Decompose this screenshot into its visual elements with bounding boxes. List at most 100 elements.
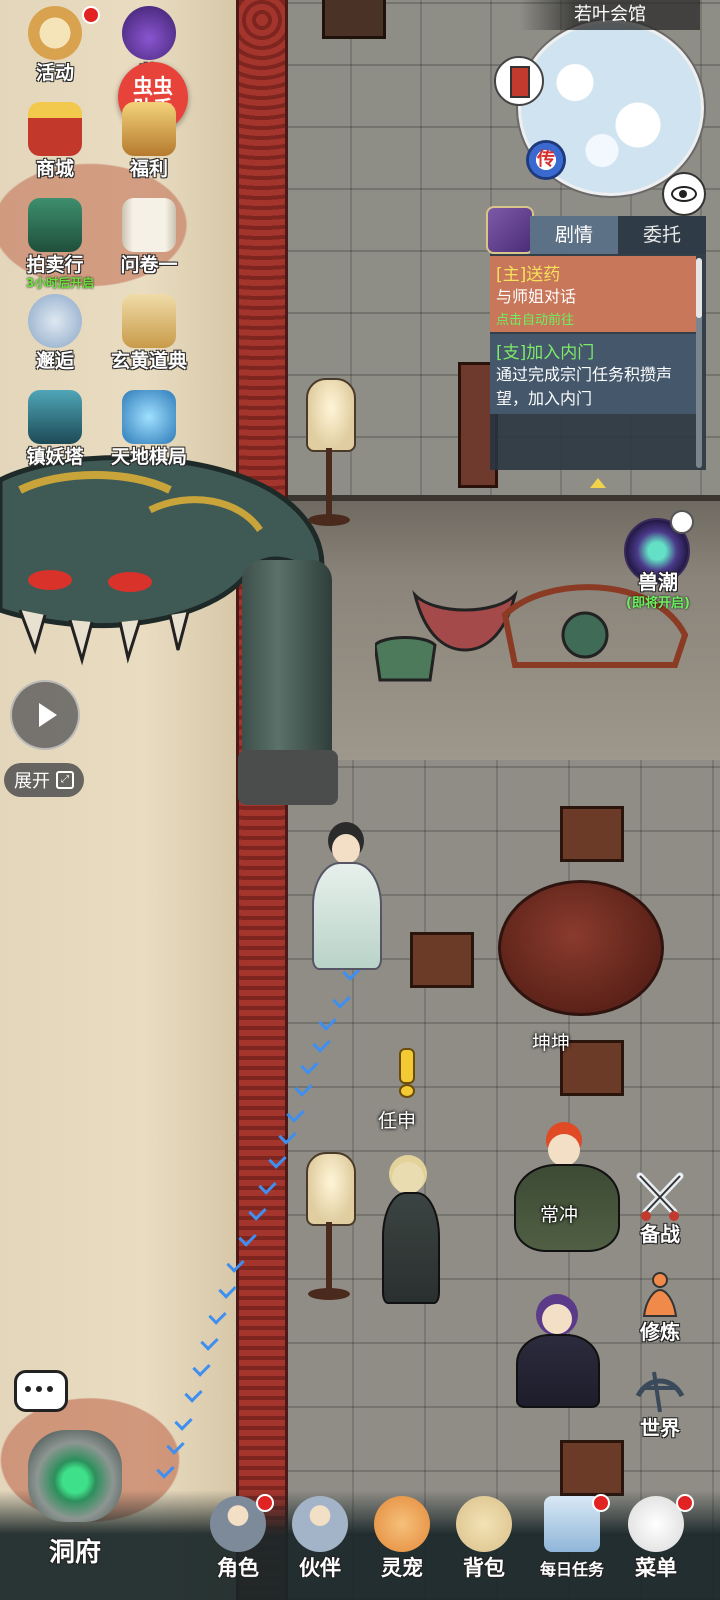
nav-spirit-pet[interactable]: 灵宠 <box>362 1494 442 1594</box>
nav-spirit-pet-label: 灵宠 <box>381 1556 423 1580</box>
gourd-icon <box>122 6 176 60</box>
floor-lamp-upper <box>306 378 356 528</box>
nav-menu-label: 菜单 <box>635 1556 677 1580</box>
chess-board-label: 天地棋局 <box>110 446 187 468</box>
cultivate-label: 修炼 <box>640 1320 680 1344</box>
demon-tower-button[interactable]: 镇妖塔 <box>10 384 100 474</box>
nav-character[interactable]: 角色 <box>198 1494 278 1594</box>
nav-partner-label: 伙伴 <box>299 1556 341 1580</box>
npc-name-changchong[interactable]: 常冲 <box>540 1200 578 1227</box>
npc-changchong[interactable] <box>510 1120 620 1252</box>
nav-daily-tasks[interactable]: 每日任务 <box>532 1494 612 1594</box>
npc-name-renshen[interactable]: 任申 <box>378 1106 416 1133</box>
scroll-icon <box>122 198 176 252</box>
encounter-label: 邂逅 <box>35 350 74 372</box>
prepare-battle-label: 备战 <box>640 1222 680 1246</box>
quest-main-item[interactable]: [主]送药 与师姐对话 点击自动前往 <box>490 256 696 332</box>
nav-character-label: 角色 <box>217 1556 259 1580</box>
chess-board-button[interactable]: 天地棋局 <box>104 384 194 474</box>
quest-scrollbar[interactable] <box>696 258 702 468</box>
beast-tide-label: 兽潮 <box>638 570 678 594</box>
demon-tower-label: 镇妖塔 <box>26 446 84 468</box>
auction-label: 拍卖行 <box>26 254 84 276</box>
notification-dot <box>82 6 100 24</box>
xuanhuang-codex-button[interactable]: 玄黄道典 <box>104 288 194 378</box>
activity-button[interactable]: 活动 <box>10 0 100 90</box>
collapse-arrow-icon[interactable] <box>590 478 606 488</box>
npc-purple-hair[interactable] <box>506 1298 606 1408</box>
player-character[interactable] <box>306 828 386 970</box>
cultivate-button[interactable]: 修炼 <box>620 1266 700 1356</box>
chat-bubble-icon[interactable] <box>14 1370 68 1412</box>
eye-icon[interactable] <box>662 172 706 216</box>
quest-side-item[interactable]: [支]加入内门 通过完成宗门任务积攒声望，加入内门 <box>490 334 696 414</box>
welfare-button[interactable]: 福利 <box>104 96 194 186</box>
encounter-button[interactable]: 邂逅 <box>10 288 100 378</box>
pagoda-icon <box>28 102 82 156</box>
play-icon <box>39 703 57 727</box>
nav-backpack-label: 背包 <box>463 1556 505 1580</box>
map-scroll-icon[interactable] <box>494 56 544 106</box>
stool <box>410 932 474 988</box>
encounter-icon <box>28 294 82 348</box>
activity-icon <box>28 6 82 60</box>
auction-house-icon <box>28 198 82 252</box>
expand-label: 展开 <box>14 771 50 792</box>
quest-main-desc: 与师姐对话 <box>496 287 577 306</box>
welfare-label: 福利 <box>129 158 168 180</box>
stool <box>560 806 624 862</box>
floor-lamp-lower <box>306 1152 356 1302</box>
world-button[interactable]: 世界 <box>620 1362 700 1452</box>
backpack-icon <box>456 1496 512 1552</box>
quest-tabs: 剧情 委托 <box>530 216 706 254</box>
survey-label: 问卷一 <box>120 254 178 276</box>
prepare-battle-button[interactable]: 备战 <box>620 1168 700 1258</box>
stool <box>560 1440 624 1496</box>
npc-name-kunkun[interactable]: 坤坤 <box>532 1028 570 1055</box>
tab-story[interactable]: 剧情 <box>530 216 618 254</box>
auction-button[interactable]: 拍卖行 3小时后开启 <box>10 192 100 290</box>
npc-renshen[interactable] <box>376 1160 442 1304</box>
cave-home-button[interactable]: 洞府 <box>20 1420 130 1590</box>
notification-dot <box>256 1494 274 1512</box>
cave-home-label: 洞府 <box>48 1538 101 1568</box>
table-leg-top <box>322 0 386 39</box>
quest-panel: [主]送药 与师姐对话 点击自动前往 [支]加入内门 通过完成宗门任务积攒声望，… <box>490 254 706 470</box>
shop-button[interactable]: 商城 <box>10 96 100 186</box>
quest-side-title: [支]加入内门 <box>496 343 595 363</box>
meditation-icon <box>642 1272 678 1317</box>
quest-exclamation-icon[interactable] <box>396 1048 415 1098</box>
partner-icon <box>292 1496 348 1552</box>
magnifier-icon <box>670 510 694 534</box>
round-table <box>498 880 664 1016</box>
world-icon <box>635 1371 685 1413</box>
world-label: 世界 <box>640 1416 680 1440</box>
nav-backpack[interactable]: 背包 <box>444 1494 524 1594</box>
tab-commission[interactable]: 委托 <box>618 216 706 254</box>
notification-dot <box>592 1494 610 1512</box>
helper-line1: 虫虫 <box>133 74 173 98</box>
teleport-icon[interactable]: 传 <box>526 140 566 180</box>
survey-button[interactable]: 问卷一 <box>104 192 194 282</box>
spirit-pet-icon <box>374 1496 430 1552</box>
nav-daily-tasks-label: 每日任务 <box>539 1560 604 1579</box>
chess-board-icon <box>122 390 176 444</box>
quest-auto-go-hint: 点击自动前往 <box>496 313 575 328</box>
nav-partner[interactable]: 伙伴 <box>280 1494 360 1594</box>
crossed-swords-icon <box>636 1172 684 1221</box>
expand-button[interactable]: 展开 ⤢ <box>4 763 84 797</box>
location-name: 若叶会馆 <box>520 0 700 30</box>
beast-tide-button[interactable]: 兽潮 (即将开启) <box>618 510 708 611</box>
quest-side-desc: 通过完成宗门任务积攒声望，加入内门 <box>496 365 673 408</box>
cave-portal-icon <box>28 1430 122 1522</box>
quest-main-title: [主]送药 <box>496 265 561 285</box>
activity-label: 活动 <box>35 62 74 84</box>
book-icon <box>122 294 176 348</box>
nav-menu[interactable]: 菜单 <box>616 1494 696 1594</box>
scrollbar-thumb[interactable] <box>696 258 702 318</box>
quest-book-icon[interactable] <box>486 206 534 254</box>
play-button[interactable] <box>10 680 80 750</box>
xuanhuang-codex-label: 玄黄道典 <box>110 350 187 372</box>
gift-icon <box>122 102 176 156</box>
archway-base <box>238 750 338 805</box>
